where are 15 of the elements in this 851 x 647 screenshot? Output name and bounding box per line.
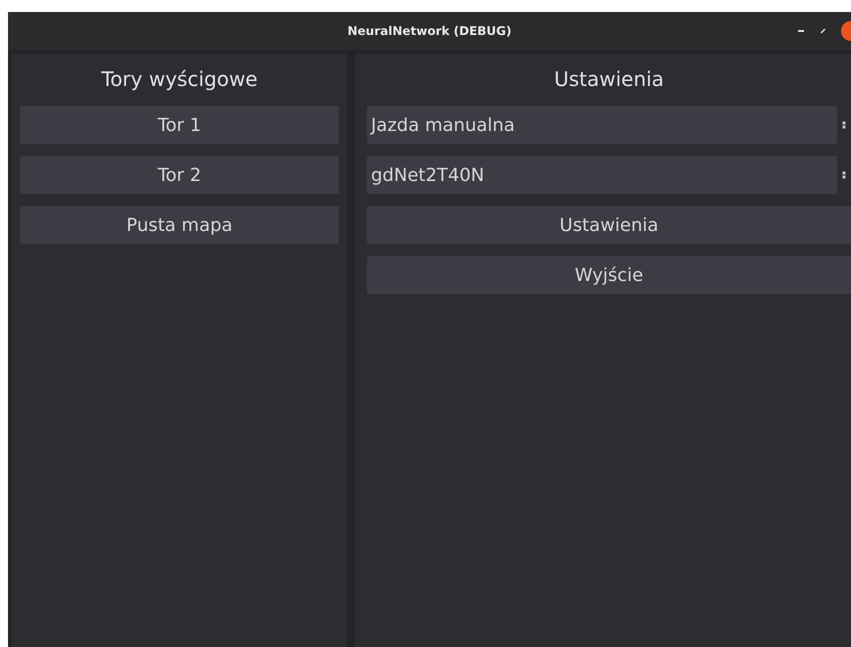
- close-icon[interactable]: [841, 21, 851, 41]
- track-button[interactable]: Pusta mapa: [20, 206, 339, 244]
- select-field[interactable]: gdNet2T40N: [367, 156, 837, 194]
- maximize-icon[interactable]: [819, 27, 827, 35]
- menu-button[interactable]: Wyjście: [367, 256, 851, 294]
- track-button[interactable]: Tor 1: [20, 106, 339, 144]
- panel-title: Ustawienia: [553, 66, 665, 93]
- menu-button[interactable]: Ustawienia: [367, 206, 851, 244]
- select-field[interactable]: Jazda manualna: [367, 106, 837, 144]
- minimize-icon[interactable]: [797, 27, 805, 35]
- track-button[interactable]: Tor 2: [20, 156, 339, 194]
- window-title: NeuralNetwork (DEBUG): [347, 23, 512, 40]
- spin-arrows-icon[interactable]: [842, 121, 846, 129]
- panel-title: Tory wyścigowe: [100, 66, 259, 93]
- spin-arrows-icon[interactable]: [842, 171, 846, 179]
